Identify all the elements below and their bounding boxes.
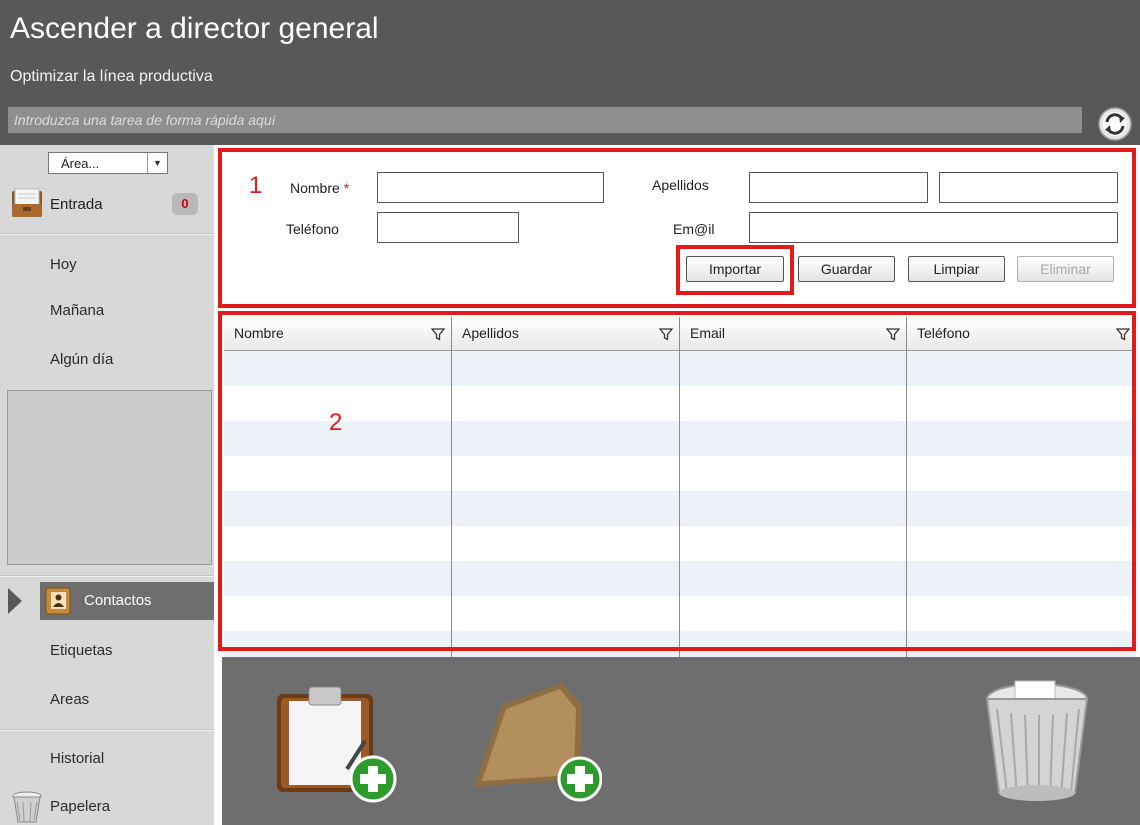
divider [0,233,214,235]
grid-column [907,351,1136,657]
sidebar-panel [7,390,212,565]
apellidos-label: Apellidos [652,177,709,193]
sidebar-item-etiquetas[interactable]: Etiquetas [0,642,214,659]
email-label: Em@il [673,221,715,237]
sidebar: Área... ▼ Entrada 0 Hoy Mañana Algún día… [0,145,214,825]
column-header-apellidos[interactable]: Apellidos [452,317,680,351]
project-title: Ascender a director general [10,12,379,45]
column-header-label: Apellidos [462,325,519,341]
grid-header: Nombre Apellidos Email Teléfono [224,317,1136,351]
sidebar-item-label: Contactos [84,592,152,609]
filter-icon[interactable] [431,327,445,341]
nombre-label-text: Nombre [290,180,340,196]
sidebar-item-algun-dia[interactable]: Algún día [0,351,214,368]
eliminar-button[interactable]: Eliminar [1017,256,1114,282]
email-field[interactable] [749,212,1118,243]
column-header-email[interactable]: Email [680,317,907,351]
importar-button[interactable]: Importar [686,256,784,282]
telefono-field[interactable] [377,212,519,243]
chevron-down-icon[interactable]: ▼ [147,153,167,173]
area-select-value: Área... [61,155,100,171]
bottom-tray [222,657,1140,825]
grid-column [452,351,680,657]
column-header-label: Teléfono [917,325,970,341]
column-header-label: Email [690,325,726,341]
column-header-label: Nombre [234,325,284,341]
sidebar-item-manana[interactable]: Mañana [0,302,214,319]
filter-icon[interactable] [886,327,900,341]
apellido2-field[interactable] [939,172,1118,203]
contacts-book-icon [45,587,71,615]
sidebar-item-hoy[interactable]: Hoy [0,256,214,273]
grid-column [680,351,907,657]
annotation-number: 2 [329,409,343,436]
inbox-icon [12,188,42,217]
refresh-icon[interactable] [1097,106,1133,142]
nombre-label: Nombre * [290,180,349,196]
sidebar-item-papelera[interactable]: Papelera [0,798,214,815]
divider [0,729,214,731]
sidebar-item-contactos[interactable]: Contactos [0,582,214,620]
contacts-panel: 1 Nombre * Apellidos Teléfono Em@il Impo… [214,145,1140,825]
apellido1-field[interactable] [749,172,928,203]
clipboard-add-icon[interactable] [267,679,399,805]
project-subtitle: Optimizar la línea productiva [10,68,213,85]
filter-icon[interactable] [659,327,673,341]
annotation-number: 1 [249,172,263,199]
required-mark: * [343,180,350,196]
wastebasket-icon[interactable] [977,675,1097,807]
telefono-label: Teléfono [286,221,339,237]
area-select[interactable]: Área... ▼ [48,152,168,174]
sidebar-item-historial[interactable]: Historial [0,750,214,767]
column-header-telefono[interactable]: Teléfono [907,317,1136,351]
inbox-count-badge: 0 [172,193,198,215]
limpiar-button[interactable]: Limpiar [908,256,1005,282]
selected-arrow-icon [8,588,22,614]
sidebar-item-areas[interactable]: Areas [0,691,214,708]
divider [0,575,214,577]
guardar-button[interactable]: Guardar [798,256,895,282]
sidebar-item-entrada[interactable]: Entrada [50,196,103,213]
nombre-field[interactable] [377,172,604,203]
filter-icon[interactable] [1116,327,1130,341]
contacts-grid: Nombre Apellidos Email Teléfono [224,317,1136,657]
grid-body[interactable] [224,351,1136,657]
folder-add-icon[interactable] [462,675,602,805]
header: Ascender a director general Optimizar la… [0,0,1140,145]
column-header-nombre[interactable]: Nombre [224,317,452,351]
grid-column [224,351,452,657]
quick-task-input[interactable] [8,107,1082,133]
